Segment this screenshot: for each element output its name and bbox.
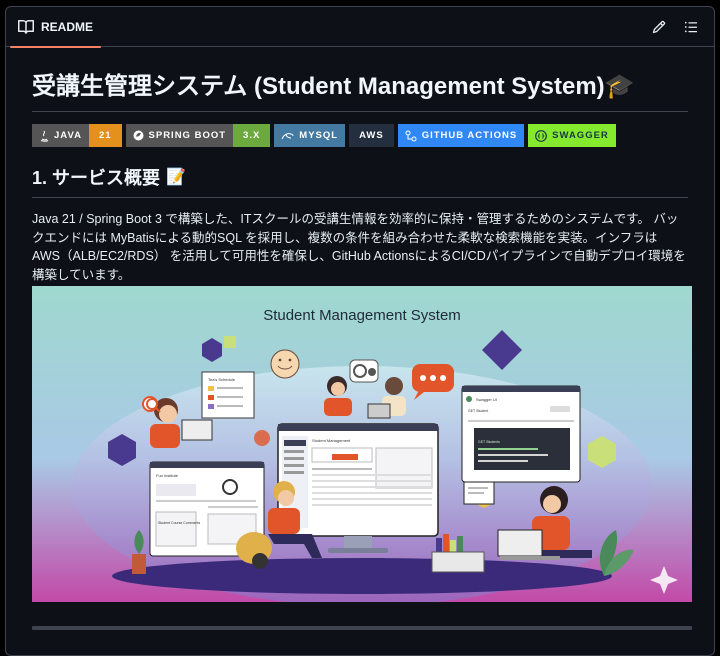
swagger-window: Swagger UI GET Student GET Students	[461, 385, 581, 483]
illustration-text: Student Management	[312, 438, 351, 443]
github-actions-icon	[405, 130, 417, 141]
page-title: 受講生管理システム (Student Management System)🎓	[32, 71, 688, 112]
section-divider	[32, 626, 692, 630]
pencil-icon[interactable]	[650, 18, 668, 36]
schedule-board: Tea's Schedule	[201, 371, 255, 419]
badge-mysql[interactable]: MYSQL	[274, 124, 346, 147]
mysql-icon	[281, 132, 294, 139]
illustration-text: GET Students	[478, 440, 500, 444]
illustration-text: GET Student	[468, 409, 488, 413]
java-icon	[40, 130, 49, 142]
illustration-text: Fun Institute	[156, 473, 179, 478]
book-icon	[18, 19, 34, 35]
hero-title: Student Management System	[263, 307, 461, 324]
overview-text: Java 21 / Spring Boot 3 で構築した、ITスクールの受講生…	[32, 212, 686, 282]
illustration-text: Student Course Comments	[158, 521, 200, 525]
badge-swagger[interactable]: SWAGGER	[528, 124, 616, 147]
gear-bubble	[349, 359, 379, 383]
badge-row: JAVA 21 SPRING BOOT 3.X MYSQL AWS GITHUB…	[32, 124, 688, 147]
readme-content: 受講生管理システム (Student Management System)🎓 J…	[6, 47, 714, 630]
dot-shape	[254, 430, 270, 446]
memo-emoji: 📝	[166, 169, 186, 186]
spring-icon	[133, 130, 144, 141]
tab-readme[interactable]: README	[9, 7, 102, 48]
center-monitor: Student Management	[277, 423, 439, 553]
illustration-text: Swagger UI	[476, 397, 497, 402]
smiley-bubble	[270, 349, 300, 379]
list-icon[interactable]	[682, 18, 700, 36]
illustration-text: Tea's Schedule	[208, 377, 236, 382]
swagger-icon	[535, 129, 548, 142]
badge-aws[interactable]: AWS	[349, 124, 394, 147]
badge-java[interactable]: JAVA 21	[32, 124, 122, 147]
badge-spring-boot[interactable]: SPRING BOOT 3.X	[125, 124, 271, 147]
readme-panel: README 受講生管理システム (Student Management Sys…	[5, 6, 715, 656]
tab-label: README	[41, 19, 94, 34]
section-heading-overview: 1. サービス概要 📝	[32, 165, 688, 198]
note-card	[463, 481, 495, 505]
hero-illustration: Student Management System Tea's Schedule…	[32, 286, 692, 602]
badge-github-actions[interactable]: GITHUB ACTIONS	[397, 124, 525, 147]
square-shape	[224, 336, 236, 348]
readme-header: README	[6, 7, 714, 48]
